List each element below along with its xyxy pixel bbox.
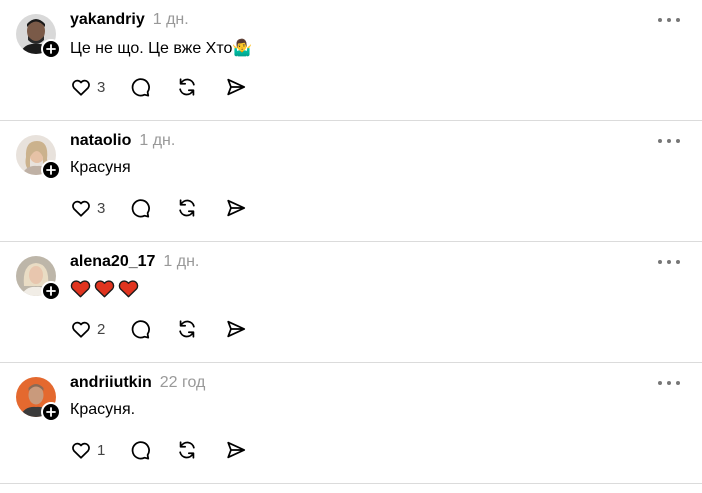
post-header: alena20_17 1 дн. [70, 253, 199, 271]
comment-icon [131, 441, 150, 460]
plus-icon [46, 165, 56, 175]
like-button[interactable]: 3 [70, 75, 105, 99]
more-dot [676, 260, 680, 264]
follow-button[interactable] [41, 39, 61, 59]
red-heart-icon [70, 280, 91, 298]
repost-icon [179, 320, 195, 338]
username[interactable]: alena20_17 [70, 253, 155, 271]
post-header: yakandriy 1 дн. [70, 11, 189, 29]
like-button[interactable]: 2 [70, 317, 105, 341]
more-options-button[interactable] [658, 12, 680, 28]
more-dot [667, 18, 671, 22]
reply-post: yakandriy 1 дн. Це не що. Це вже Хто🤷‍♂️… [0, 0, 702, 121]
post-header: andriiutkin 22 год [70, 374, 205, 392]
reply-post: nataolio 1 дн. Красуня 3 [0, 121, 702, 242]
follow-button[interactable] [41, 160, 61, 180]
username[interactable]: yakandriy [70, 11, 145, 29]
more-dots-icon [658, 260, 662, 264]
more-dot [667, 260, 671, 264]
more-options-button[interactable] [658, 375, 680, 391]
more-dot [676, 139, 680, 143]
share-button[interactable] [225, 317, 247, 341]
reply-text: Красуня. [70, 401, 136, 418]
post-header: nataolio 1 дн. [70, 132, 175, 150]
like-button[interactable]: 3 [70, 196, 105, 220]
reply-button[interactable] [129, 317, 151, 341]
reply-post: alena20_17 1 дн. 2 [0, 242, 702, 363]
follow-button[interactable] [41, 281, 61, 301]
send-icon [227, 441, 246, 459]
username[interactable]: andriiutkin [70, 374, 152, 392]
like-count: 3 [97, 78, 106, 96]
avatar[interactable] [16, 256, 61, 301]
follow-button[interactable] [41, 402, 61, 422]
plus-icon [46, 286, 56, 296]
plus-icon [46, 44, 56, 54]
heart-icon [72, 200, 90, 217]
share-button[interactable] [225, 438, 247, 462]
like-button[interactable]: 1 [70, 438, 105, 462]
reply-button[interactable] [129, 438, 151, 462]
reply-text [70, 279, 139, 298]
repost-button[interactable] [176, 317, 198, 341]
reply-text: Це не що. Це вже Хто🤷‍♂️ [70, 40, 253, 57]
comment-icon [131, 320, 150, 339]
more-dots-icon [658, 381, 662, 385]
timestamp[interactable]: 1 дн. [163, 253, 199, 271]
like-count: 2 [97, 320, 106, 338]
send-icon [227, 78, 246, 96]
more-dot [676, 381, 680, 385]
more-options-button[interactable] [658, 254, 680, 270]
heart-icon [72, 79, 90, 96]
repost-button[interactable] [176, 75, 198, 99]
replies-feed: yakandriy 1 дн. Це не що. Це вже Хто🤷‍♂️… [0, 0, 702, 493]
repost-icon [179, 441, 195, 459]
comment-icon [131, 78, 150, 97]
more-dots-icon [658, 18, 662, 22]
send-icon [227, 320, 246, 338]
share-button[interactable] [225, 196, 247, 220]
like-count: 1 [97, 441, 106, 459]
reply-post: andriiutkin 22 год Красуня. 1 [0, 363, 702, 484]
timestamp[interactable]: 1 дн. [139, 132, 175, 150]
share-button[interactable] [225, 75, 247, 99]
more-dot [676, 18, 680, 22]
send-icon [227, 199, 246, 217]
repost-icon [179, 78, 195, 96]
plus-icon [46, 407, 56, 417]
username[interactable]: nataolio [70, 132, 131, 150]
repost-button[interactable] [176, 438, 198, 462]
more-dots-icon [658, 139, 662, 143]
reply-text: Красуня [70, 159, 131, 176]
reply-button[interactable] [129, 196, 151, 220]
timestamp[interactable]: 22 год [160, 374, 206, 392]
like-count: 3 [97, 199, 106, 217]
repost-button[interactable] [176, 196, 198, 220]
red-heart-icon [118, 280, 139, 298]
heart-icon [72, 442, 90, 459]
more-options-button[interactable] [658, 133, 680, 149]
more-dot [667, 381, 671, 385]
reply-button[interactable] [129, 75, 151, 99]
repost-icon [179, 199, 195, 217]
avatar[interactable] [16, 377, 61, 422]
timestamp[interactable]: 1 дн. [153, 11, 189, 29]
avatar[interactable] [16, 135, 61, 180]
more-dot [667, 139, 671, 143]
heart-icon [72, 321, 90, 338]
red-heart-icon [94, 280, 115, 298]
comment-icon [131, 199, 150, 218]
avatar[interactable] [16, 14, 61, 59]
